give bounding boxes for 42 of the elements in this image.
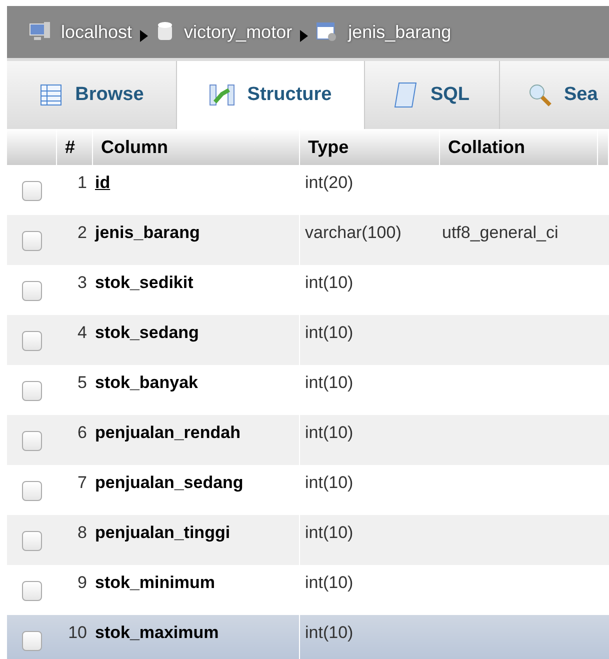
column-name: stok_sedang [95,323,199,342]
row-number: 9 [78,573,87,592]
column-name: stok_banyak [95,373,198,392]
row-number: 4 [78,323,87,342]
row-number: 8 [78,523,87,542]
breadcrumb-link[interactable]: jenis_barang [348,22,452,42]
table-row[interactable]: 10 stok_maximum int(10) [7,615,609,659]
breadcrumb-link[interactable]: localhost [61,22,132,42]
row-number: 6 [78,423,87,442]
tab[interactable]: Sea [500,61,609,129]
column-name: stok_maximum [95,623,219,642]
breadcrumb-link[interactable]: victory_motor [184,22,292,42]
row-number: 1 [78,173,87,192]
column-name: jenis_barang [95,223,200,242]
collation-text: utf8_general_ci [442,223,558,242]
column-name: penjualan_tinggi [95,523,230,542]
column-type: int(10) [305,473,354,492]
column-type: int(10) [305,523,354,542]
table-row[interactable]: 2 jenis_barang varchar(100) utf8_general_ci [7,215,609,265]
column-type: int(10) [305,373,354,392]
column-name: stok_minimum [95,573,215,592]
tab[interactable]: SQL [365,61,500,129]
tab[interactable]: Browse [7,61,177,129]
row-number: 7 [78,473,87,492]
table-row[interactable]: 4 stok_sedang int(10) [7,315,609,365]
row-number: 2 [78,223,87,242]
column-type: varchar(100) [305,223,402,242]
row-number: 10 [68,623,87,642]
table-row[interactable]: 8 penjualan_tinggi int(10) [7,515,609,565]
column-type: int(10) [305,623,354,642]
column-type: int(10) [305,323,354,342]
column-name: stok_sedikit [95,273,194,292]
column-name: penjualan_sedang [95,473,244,492]
column-type: int(10) [305,423,354,442]
row-number: 5 [78,373,87,392]
column-type: int(10) [305,573,354,592]
column-type: int(10) [305,273,354,292]
column-name: penjualan_rendah [95,423,240,442]
column-name: id [95,173,110,192]
row-number: 3 [78,273,87,292]
column-type: int(20) [305,173,354,192]
table-row[interactable]: 6 penjualan_rendah int(10) [7,415,609,465]
